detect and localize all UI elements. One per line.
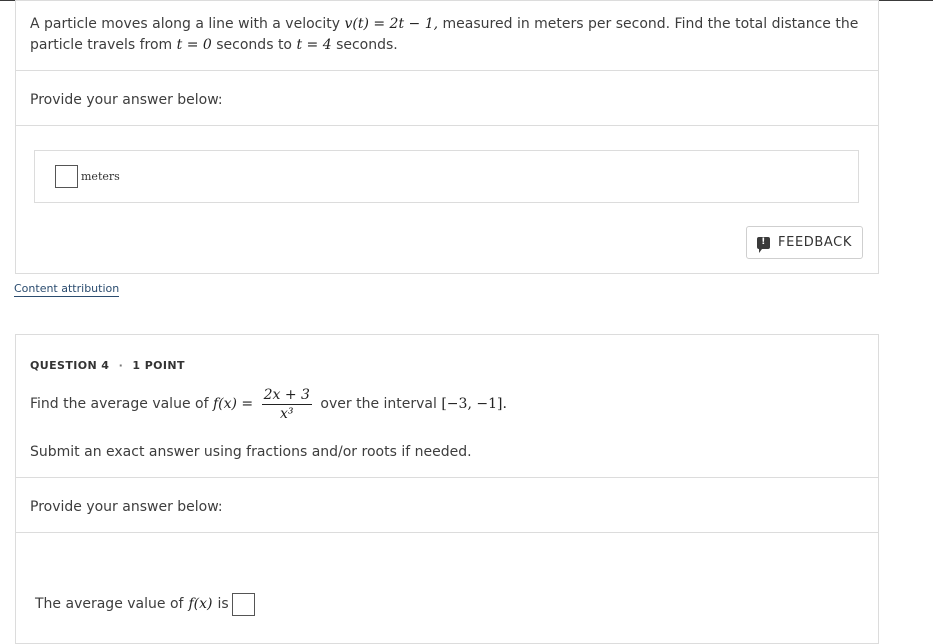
provide-answer-label: Provide your answer below:: [30, 499, 223, 515]
average-value-input[interactable]: [231, 593, 255, 616]
prompt-text: seconds to: [216, 37, 292, 53]
answer-container: meters: [34, 150, 859, 203]
question-3-card: A particle moves along a line with a vel…: [15, 0, 879, 274]
answer-function: f(x): [188, 596, 213, 612]
t-end-expression: t = 4: [296, 37, 332, 53]
answer-prefix: The average value of: [35, 596, 184, 612]
question-3-provide-row: Provide your answer below:: [16, 71, 878, 126]
velocity-expression: v(t) = 2t − 1,: [344, 16, 439, 32]
question-4-card: QUESTION 4 · 1 POINT Find the average va…: [15, 334, 879, 644]
question-4-header: QUESTION 4 · 1 POINT: [30, 359, 185, 372]
feedback-icon: !: [757, 236, 771, 253]
prompt-text: measured in meters per second. Find the …: [442, 16, 859, 32]
distance-answer-input[interactable]: [55, 165, 78, 188]
prompt-text: over the interval: [320, 396, 437, 412]
answer-input-group: meters: [55, 165, 120, 188]
prompt-text: A particle moves along a line with a vel…: [30, 16, 341, 32]
question-points: 1 POINT: [132, 359, 185, 372]
prompt-text: particle travels from: [30, 37, 173, 53]
provide-answer-label: Provide your answer below:: [30, 92, 223, 108]
question-4-prompt: Find the average value of f(x) = 2x + 3 …: [30, 384, 507, 424]
question-number: QUESTION 4: [30, 359, 110, 372]
question-3-prompt-line2: particle travels from t = 0 seconds to t…: [30, 35, 398, 56]
function-lhs: f(x) =: [212, 396, 254, 412]
feedback-button[interactable]: ! FEEDBACK: [746, 226, 863, 259]
question-4-instruction: Submit an exact answer using fractions a…: [30, 444, 472, 460]
feedback-button-label: FEEDBACK: [778, 235, 852, 250]
fraction-numerator: 2x + 3: [261, 386, 312, 405]
header-separator: ·: [118, 359, 124, 372]
question-4-provide-row: Provide your answer below:: [16, 478, 878, 533]
fraction-denominator: x³: [280, 405, 294, 422]
prompt-text: Find the average value of: [30, 396, 209, 412]
question-3-answer-area: meters ! FEEDBACK: [16, 126, 878, 274]
prompt-text: seconds.: [336, 37, 398, 53]
answer-suffix: is: [217, 596, 229, 612]
question-3-prompt-row: A particle moves along a line with a vel…: [16, 1, 878, 71]
t-start-expression: t = 0: [176, 37, 212, 53]
average-value-answer-line: The average value of f(x) is: [35, 593, 255, 616]
question-3-prompt-line1: A particle moves along a line with a vel…: [30, 14, 858, 35]
function-fraction: 2x + 3 x³: [261, 386, 312, 423]
content-attribution-link[interactable]: Content attribution: [14, 282, 120, 297]
question-4-prompt-row: QUESTION 4 · 1 POINT Find the average va…: [16, 335, 878, 478]
unit-label: meters: [81, 170, 120, 183]
interval-expression: [−3, −1].: [441, 396, 507, 412]
